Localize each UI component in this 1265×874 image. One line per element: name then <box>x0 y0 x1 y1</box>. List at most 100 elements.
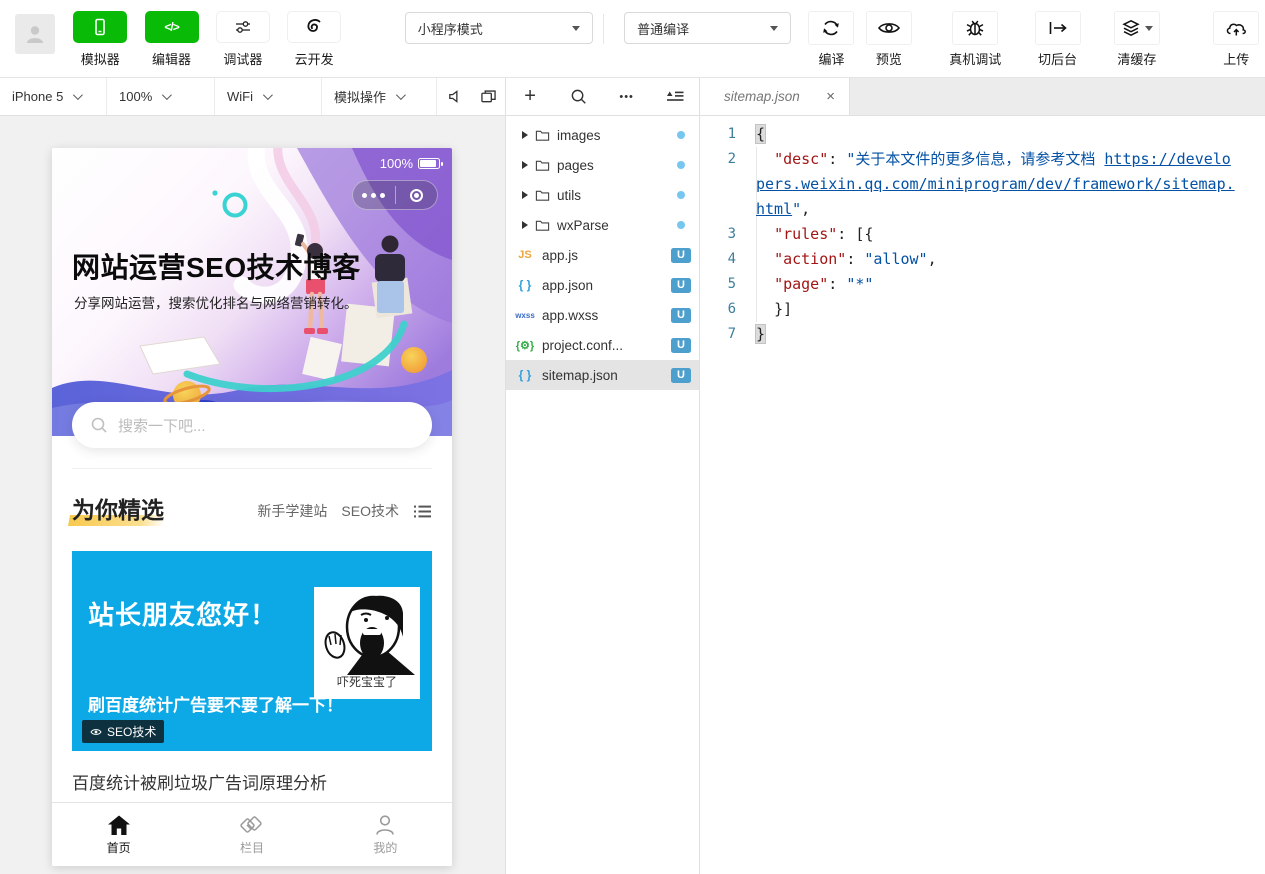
miniapp-hero: 100% 网站运营SEO技术博客 分享网站运营，搜索优化排名与网络营销转化。 <box>52 148 452 436</box>
search-input[interactable]: 搜索一下吧... <box>72 402 432 448</box>
tree-file-sitemap-json[interactable]: { } sitemap.json U <box>506 360 699 390</box>
folder-icon <box>535 219 550 232</box>
code-editor[interactable]: 1{2 "desc": "关于本文件的更多信息，请参考文档 https://de… <box>700 116 1265 874</box>
network-select[interactable]: WiFi <box>215 78 322 115</box>
capsule-more-icon[interactable] <box>353 193 395 198</box>
top-toolbar: 模拟器 </> 编辑器 调试器 云开发 小程序模式 普通编译 <box>0 0 1265 78</box>
chevron-right-icon[interactable] <box>522 191 528 199</box>
folder-name: wxParse <box>557 218 609 233</box>
featured-section-header: 为你精选 新手学建站 SEO技术 <box>52 469 452 525</box>
tree-file-app-wxss[interactable]: wxss app.wxss U <box>506 300 699 330</box>
chevron-down-icon <box>162 90 172 100</box>
tree-folder-wxparse[interactable]: wxParse <box>506 210 699 240</box>
more-options-button[interactable]: ••• <box>614 84 640 110</box>
promo-card[interactable]: 站长朋友您好！ 吓死宝宝了 刷百度统计广告要不要了解一下！ <box>72 551 432 751</box>
upload-button[interactable]: 上传 <box>1208 11 1265 68</box>
chevron-right-icon[interactable] <box>522 131 528 139</box>
user-icon <box>24 23 46 45</box>
debugger-button[interactable]: 调试器 <box>207 11 278 68</box>
code-line[interactable]: 2 "desc": "关于本文件的更多信息，请参考文档 https://deve… <box>700 147 1265 222</box>
home-icon <box>107 814 131 836</box>
tab-home[interactable]: 首页 <box>52 803 185 866</box>
zoom-select[interactable]: 100% <box>107 78 215 115</box>
caret-down-icon <box>770 26 778 31</box>
folder-name: pages <box>557 158 594 173</box>
file-name: project.conf... <box>542 338 623 353</box>
device-select[interactable]: iPhone 5 <box>0 78 107 115</box>
file-name: app.wxss <box>542 308 598 323</box>
folder-icon <box>535 159 550 172</box>
capsule-close-icon[interactable] <box>396 189 438 202</box>
editor-button[interactable]: </> 编辑器 <box>136 11 207 68</box>
miniapp-tabbar: 首页 栏目 我的 <box>52 802 452 866</box>
folder-icon <box>535 189 550 202</box>
float-window-button[interactable] <box>471 78 505 115</box>
compile-mode-select[interactable]: 普通编译 <box>624 12 791 44</box>
chevron-right-icon[interactable] <box>522 161 528 169</box>
tree-folder-pages[interactable]: pages <box>506 150 699 180</box>
chevron-down-icon <box>396 90 406 100</box>
collapse-icon <box>665 89 685 104</box>
code-text: "action": "allow", <box>756 247 1265 272</box>
wxss-file-icon: wxss <box>508 311 542 320</box>
code-line[interactable]: 1{ <box>700 122 1265 147</box>
compile-button[interactable]: 编译 <box>803 11 860 68</box>
remote-debug-label: 真机调试 <box>949 49 1001 68</box>
code-line[interactable]: 3 "rules": [{ <box>700 222 1265 247</box>
background-switch-button[interactable]: 切后台 <box>1025 11 1090 68</box>
cloud-dev-button[interactable]: 云开发 <box>279 11 350 68</box>
code-text: "desc": "关于本文件的更多信息，请参考文档 https://develo… <box>756 147 1265 222</box>
code-line[interactable]: 5 "page": "*" <box>700 272 1265 297</box>
tab-columns[interactable]: 栏目 <box>185 803 318 866</box>
git-untracked-badge: U <box>671 338 691 353</box>
code-text: "rules": [{ <box>756 222 1265 247</box>
simulator-label: 模拟器 <box>81 49 120 68</box>
article-title[interactable]: 百度统计被刷垃圾广告词原理分析 <box>52 751 452 806</box>
close-icon[interactable]: × <box>826 88 835 105</box>
sliders-icon <box>233 17 253 37</box>
code-text: { <box>756 122 1265 147</box>
divider <box>603 14 604 44</box>
clear-cache-button[interactable]: 清缓存 <box>1104 11 1169 68</box>
search-icon <box>90 416 108 434</box>
tree-file-app-json[interactable]: { } app.json U <box>506 270 699 300</box>
code-lines: 1{2 "desc": "关于本文件的更多信息，请参考文档 https://de… <box>700 122 1265 347</box>
add-file-button[interactable]: + <box>517 84 543 110</box>
tree-file-project-config[interactable]: {⚙} project.conf... U <box>506 330 699 360</box>
tab-me[interactable]: 我的 <box>319 803 452 866</box>
mode-select[interactable]: 小程序模式 <box>405 12 593 44</box>
collapse-all-button[interactable] <box>662 84 688 110</box>
code-line[interactable]: 7} <box>700 322 1265 347</box>
device-bar: iPhone 5 100% WiFi 模拟操作 <box>0 78 505 116</box>
remote-debug-button[interactable]: 真机调试 <box>940 11 1011 68</box>
featured-link-seo[interactable]: SEO技术 <box>341 501 399 521</box>
eye-icon <box>877 20 901 36</box>
debugger-label: 调试器 <box>223 49 262 68</box>
layers-icon <box>1121 18 1141 38</box>
simulate-operation-select[interactable]: 模拟操作 <box>322 78 437 115</box>
file-name: sitemap.json <box>542 368 618 383</box>
chevron-down-icon <box>263 90 273 100</box>
config-file-icon: {⚙} <box>508 339 542 352</box>
code-line[interactable]: 4 "action": "allow", <box>700 247 1265 272</box>
avatar[interactable] <box>15 14 55 54</box>
miniapp-capsule[interactable] <box>352 180 438 210</box>
status-dot <box>677 191 685 199</box>
simulator-button[interactable]: 模拟器 <box>65 11 136 68</box>
sound-toggle[interactable] <box>437 78 471 115</box>
code-line[interactable]: 6 }] <box>700 297 1265 322</box>
preview-button[interactable]: 预览 <box>860 11 917 68</box>
list-icon[interactable] <box>413 504 432 519</box>
status-dot <box>677 131 685 139</box>
category-badge[interactable]: SEO技术 <box>82 720 164 743</box>
featured-link-build[interactable]: 新手学建站 <box>257 501 327 521</box>
tab-sitemap-json[interactable]: sitemap.json × <box>700 78 850 115</box>
status-dot <box>677 221 685 229</box>
search-files-button[interactable] <box>565 84 591 110</box>
tree-file-app-js[interactable]: JS app.js U <box>506 240 699 270</box>
chevron-right-icon[interactable] <box>522 221 528 229</box>
code-text: }] <box>756 297 1265 322</box>
battery-icon <box>418 158 440 169</box>
tree-folder-utils[interactable]: utils <box>506 180 699 210</box>
tree-folder-images[interactable]: images <box>506 120 699 150</box>
